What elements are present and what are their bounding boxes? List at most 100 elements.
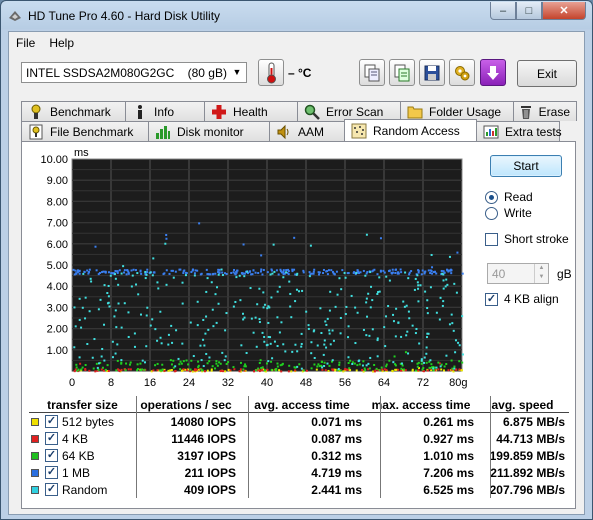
- write-radio-circle[interactable]: [485, 206, 498, 220]
- data-point: [270, 368, 273, 371]
- data-point: [72, 268, 75, 271]
- tab-extra-tests[interactable]: Extra tests: [476, 121, 562, 141]
- temperature-button[interactable]: [258, 59, 284, 86]
- data-point: [322, 353, 325, 356]
- title-bar[interactable]: HD Tune Pro 4.60 - Hard Disk Utility – □…: [1, 1, 592, 31]
- series-checkbox[interactable]: ✓: [45, 432, 58, 445]
- data-point: [430, 253, 433, 256]
- data-point: [340, 288, 343, 291]
- tab-benchmark[interactable]: Benchmark: [21, 101, 126, 121]
- tab-health[interactable]: Health: [204, 101, 298, 121]
- data-point: [394, 335, 397, 338]
- data-point: [242, 318, 245, 321]
- data-point: [249, 287, 252, 290]
- copy-button[interactable]: [359, 59, 385, 86]
- data-point: [221, 351, 224, 354]
- data-point: [394, 271, 397, 274]
- data-point: [331, 359, 334, 362]
- data-point: [338, 277, 341, 280]
- data-point: [229, 369, 232, 372]
- data-point: [95, 362, 98, 365]
- data-point: [310, 352, 313, 355]
- data-point: [170, 324, 173, 327]
- data-point: [348, 367, 351, 370]
- data-point: [388, 279, 391, 282]
- info-icon: [132, 104, 148, 120]
- tab-random-access[interactable]: Random Access: [344, 119, 477, 141]
- options-button[interactable]: [449, 59, 475, 86]
- series-color-swatch: [31, 451, 39, 460]
- y-tick-label: 7.00: [47, 218, 68, 230]
- data-point: [400, 362, 403, 365]
- read-radio[interactable]: Read: [485, 190, 533, 204]
- start-button[interactable]: Start: [490, 155, 562, 177]
- minimize-button[interactable]: –: [490, 2, 516, 20]
- copy-to-clipboard-button[interactable]: [389, 59, 415, 86]
- data-point: [217, 273, 220, 276]
- data-point: [207, 273, 210, 276]
- x-tick-label: 24: [183, 377, 195, 389]
- read-radio-circle[interactable]: [485, 190, 498, 204]
- data-point: [415, 327, 418, 330]
- data-point: [417, 284, 420, 287]
- data-point: [388, 359, 391, 362]
- close-button[interactable]: ✕: [542, 2, 586, 20]
- align-4kb-check-box[interactable]: ✓: [485, 292, 498, 306]
- short-stroke-checkbox[interactable]: Short stroke: [485, 232, 569, 246]
- data-point: [255, 345, 258, 348]
- short-stroke-check-box[interactable]: [485, 232, 498, 246]
- data-point: [371, 328, 374, 331]
- data-point: [145, 345, 148, 348]
- data-point: [404, 351, 407, 354]
- caption-buttons: – □ ✕: [490, 2, 586, 20]
- row-speed: 44.713 MB/s: [496, 431, 565, 446]
- data-point: [432, 271, 435, 274]
- data-point: [365, 364, 368, 367]
- data-point: [312, 270, 315, 273]
- series-checkbox[interactable]: ✓: [45, 415, 58, 428]
- data-point: [159, 310, 162, 313]
- data-point: [310, 367, 313, 370]
- data-point: [207, 328, 210, 331]
- tab-erase[interactable]: Erase: [513, 101, 577, 121]
- tab-disk-monitor[interactable]: Disk monitor: [148, 121, 270, 141]
- tab-info[interactable]: Info: [125, 101, 205, 121]
- data-point: [424, 290, 427, 293]
- data-point: [91, 356, 94, 359]
- tab-file-benchmark[interactable]: File Benchmark: [21, 121, 149, 141]
- data-point: [298, 363, 301, 366]
- series-checkbox[interactable]: ✓: [45, 466, 58, 479]
- menu-file[interactable]: File: [16, 36, 35, 50]
- data-point: [451, 367, 454, 370]
- exit-button[interactable]: Exit: [517, 60, 577, 87]
- series-checkbox[interactable]: ✓: [45, 483, 58, 496]
- data-point: [392, 361, 395, 364]
- series-checkbox[interactable]: ✓: [45, 449, 58, 462]
- save-button[interactable]: [419, 59, 445, 86]
- short-stroke-spinner[interactable]: 40 ▲ ▼: [487, 263, 549, 284]
- data-point: [201, 369, 204, 372]
- drive-select[interactable]: INTEL SSDSA2M080G2GC (80 gB) ▼: [21, 62, 247, 83]
- tab-aam[interactable]: AAM: [269, 121, 345, 141]
- spinner-arrows-icon[interactable]: ▲ ▼: [534, 264, 548, 283]
- maximize-button[interactable]: □: [516, 2, 542, 20]
- tab-error-scan[interactable]: Error Scan: [297, 101, 401, 121]
- data-point: [450, 359, 453, 362]
- data-point: [245, 351, 248, 354]
- data-point: [278, 285, 281, 288]
- data-point: [426, 369, 429, 372]
- download-button[interactable]: [480, 59, 506, 86]
- data-point: [78, 269, 81, 272]
- write-radio[interactable]: Write: [485, 206, 532, 220]
- data-point: [392, 313, 395, 316]
- data-point: [417, 300, 420, 303]
- align-4kb-checkbox[interactable]: ✓ 4 KB align: [485, 292, 559, 306]
- data-point: [88, 310, 91, 313]
- data-point: [293, 268, 296, 271]
- tab-label: Extra tests: [505, 124, 562, 139]
- tab-folder-usage[interactable]: Folder Usage: [400, 101, 514, 121]
- menu-help[interactable]: Help: [49, 36, 74, 50]
- data-point: [215, 360, 218, 363]
- data-point: [376, 337, 379, 340]
- data-point: [114, 352, 117, 355]
